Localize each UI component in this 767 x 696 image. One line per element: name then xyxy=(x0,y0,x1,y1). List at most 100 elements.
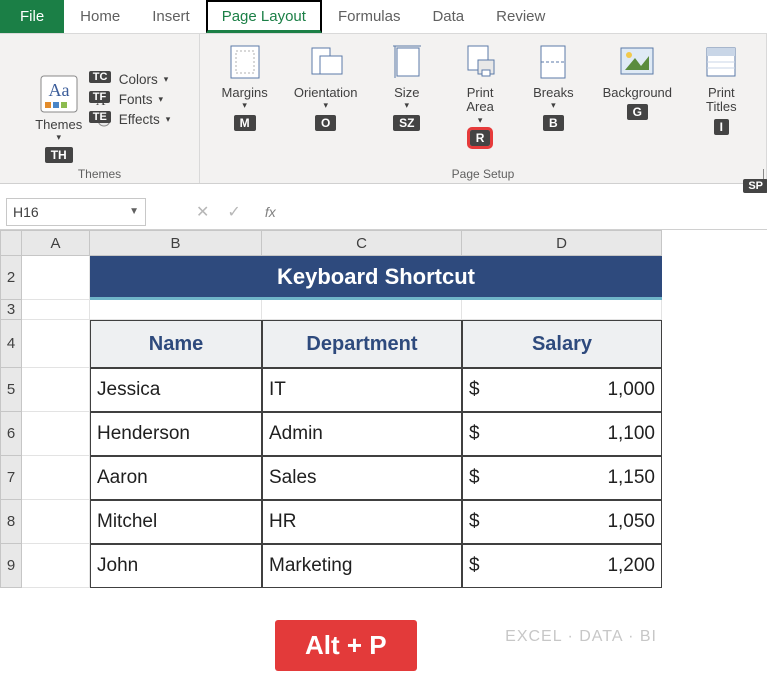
tab-page-layout[interactable]: Page Layout xyxy=(206,0,322,33)
tab-file[interactable]: File xyxy=(0,0,64,33)
cell[interactable] xyxy=(262,300,462,320)
size-button[interactable]: Size ▾ SZ xyxy=(377,40,437,165)
orientation-button[interactable]: Orientation ▾ O xyxy=(288,40,364,165)
name-box[interactable]: H16 ▼ xyxy=(6,198,146,226)
themes-icon: Aa xyxy=(39,74,79,118)
col-header[interactable]: D xyxy=(462,230,662,256)
cell[interactable] xyxy=(22,320,90,368)
cell-dept[interactable]: Admin xyxy=(262,412,462,456)
col-header[interactable]: A xyxy=(22,230,90,256)
group-title-page-setup: Page Setup xyxy=(208,167,758,181)
cell-name[interactable]: Jessica xyxy=(90,368,262,412)
callout-alt-p: Alt + P xyxy=(275,620,417,671)
tab-home[interactable]: Home xyxy=(64,0,136,33)
cell[interactable] xyxy=(22,256,90,300)
group-themes: Aa Themes ▾ TH TC Colors ▾ TF xyxy=(0,34,200,183)
cancel-icon[interactable]: ✕ xyxy=(196,202,209,222)
size-icon xyxy=(387,42,427,86)
margins-button[interactable]: Margins ▾ M xyxy=(215,40,275,165)
cell[interactable] xyxy=(462,300,662,320)
effects-button[interactable]: TE Effects ▾ xyxy=(95,112,171,128)
cell[interactable] xyxy=(22,456,90,500)
print-titles-icon xyxy=(701,42,741,86)
row-header[interactable]: 3 xyxy=(0,300,22,320)
row-header[interactable]: 2 xyxy=(0,256,22,300)
breaks-button[interactable]: Breaks ▾ B xyxy=(523,40,583,165)
select-all-corner[interactable] xyxy=(0,230,22,256)
cell-salary[interactable]: $1,150 xyxy=(462,456,662,500)
colors-label: Colors xyxy=(119,72,158,87)
orientation-icon xyxy=(306,42,346,86)
cell-dept[interactable]: HR xyxy=(262,500,462,544)
tab-insert[interactable]: Insert xyxy=(136,0,206,33)
print-titles-button[interactable]: Print Titles I xyxy=(691,40,751,165)
tab-formulas[interactable]: Formulas xyxy=(322,0,417,33)
chevron-down-icon[interactable]: ▼ xyxy=(129,206,139,217)
cell-name[interactable]: Henderson xyxy=(90,412,262,456)
background-icon xyxy=(617,42,657,86)
effects-label: Effects xyxy=(119,112,160,127)
breaks-icon xyxy=(533,42,573,86)
row-header[interactable]: 5 xyxy=(0,368,22,412)
group-page-setup: Margins ▾ M Orientation ▾ O Size ▾ SZ xyxy=(200,34,767,183)
breaks-label: Breaks xyxy=(533,86,573,100)
hint-margins: M xyxy=(234,115,256,131)
cell[interactable] xyxy=(22,300,90,320)
group-title-themes: Themes xyxy=(78,167,121,181)
spreadsheet: 2 3 4 5 6 7 8 9 A B C D Keyboard Shortcu… xyxy=(0,230,767,588)
table-header-name[interactable]: Name xyxy=(90,320,262,368)
themes-label: Themes xyxy=(35,118,82,132)
fx-label[interactable]: fx xyxy=(265,204,276,220)
cell[interactable] xyxy=(22,544,90,588)
row-header[interactable]: 6 xyxy=(0,412,22,456)
print-area-label: Print Area xyxy=(466,86,493,115)
hint-print-area: R xyxy=(470,130,491,146)
background-button[interactable]: Background G xyxy=(597,40,678,165)
cell-salary[interactable]: $1,100 xyxy=(462,412,662,456)
col-header[interactable]: B xyxy=(90,230,262,256)
cell[interactable] xyxy=(22,412,90,456)
cell-name[interactable]: Mitchel xyxy=(90,500,262,544)
ribbon-tabs: File Home Insert Page Layout Formulas Da… xyxy=(0,0,767,34)
themes-button[interactable]: Aa Themes ▾ TH xyxy=(29,72,89,165)
background-label: Background xyxy=(603,86,672,100)
table-header-department[interactable]: Department xyxy=(262,320,462,368)
size-label: Size xyxy=(394,86,419,100)
cell-name[interactable]: John xyxy=(90,544,262,588)
enter-icon[interactable]: ✓ xyxy=(227,202,240,222)
row-header[interactable]: 4 xyxy=(0,320,22,368)
hint-effects: TE xyxy=(89,111,111,123)
cell-dept[interactable]: Sales xyxy=(262,456,462,500)
hint-background: G xyxy=(627,104,648,120)
colors-button[interactable]: TC Colors ▾ xyxy=(95,72,171,88)
ribbon: Aa Themes ▾ TH TC Colors ▾ TF xyxy=(0,34,767,184)
tab-review[interactable]: Review xyxy=(480,0,561,33)
cell-name[interactable]: Aaron xyxy=(90,456,262,500)
svg-text:Aa: Aa xyxy=(48,80,69,100)
cell-salary[interactable]: $1,050 xyxy=(462,500,662,544)
fonts-label: Fonts xyxy=(119,92,153,107)
table-header-salary[interactable]: Salary xyxy=(462,320,662,368)
row-header[interactable]: 8 xyxy=(0,500,22,544)
print-area-button[interactable]: Print Area ▾ R xyxy=(450,40,510,165)
hint-colors: TC xyxy=(89,71,112,83)
margins-label: Margins xyxy=(222,86,268,100)
cell-salary[interactable]: $1,200 xyxy=(462,544,662,588)
sheet-title[interactable]: Keyboard Shortcut xyxy=(90,256,662,300)
formula-bar: H16 ▼ ✕ ✓ fx xyxy=(0,194,767,230)
cell-dept[interactable]: Marketing xyxy=(262,544,462,588)
hint-print-titles: I xyxy=(714,119,729,135)
row-header[interactable]: 9 xyxy=(0,544,22,588)
cell-salary[interactable]: $1,000 xyxy=(462,368,662,412)
margins-icon xyxy=(225,42,265,86)
name-box-value: H16 xyxy=(13,204,39,220)
fonts-button[interactable]: TF A Fonts ▾ xyxy=(95,92,171,108)
cell-dept[interactable]: IT xyxy=(262,368,462,412)
tab-data[interactable]: Data xyxy=(416,0,480,33)
row-header[interactable]: 7 xyxy=(0,456,22,500)
cell[interactable] xyxy=(22,500,90,544)
cell[interactable] xyxy=(22,368,90,412)
hint-size: SZ xyxy=(393,115,420,131)
col-header[interactable]: C xyxy=(262,230,462,256)
cell[interactable] xyxy=(90,300,262,320)
